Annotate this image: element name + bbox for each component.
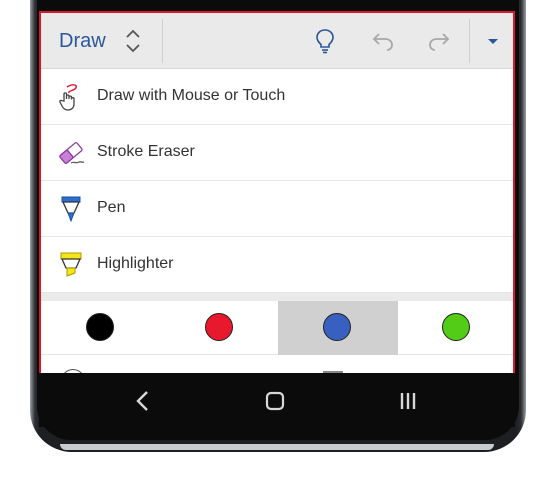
- back-button[interactable]: [128, 386, 158, 416]
- color-swatch: [86, 313, 114, 341]
- color-option-red[interactable]: [160, 301, 280, 355]
- draw-touch-icon: [59, 84, 77, 111]
- lightbulb-icon: [316, 29, 334, 54]
- tell-me-button[interactable]: [309, 25, 341, 57]
- undo-button[interactable]: [367, 25, 399, 57]
- menu-item-label: Pen: [97, 199, 126, 216]
- chevron-down-icon: [488, 39, 498, 44]
- color-option-blue[interactable]: [278, 301, 398, 355]
- menu-item-highlighter[interactable]: Highlighter: [41, 237, 513, 293]
- recents-button[interactable]: [393, 386, 423, 416]
- ribbon-divider: [162, 19, 163, 63]
- back-icon: [136, 391, 148, 411]
- section-divider: [41, 293, 513, 301]
- menu-item-stroke-eraser[interactable]: Stroke Eraser: [41, 125, 513, 181]
- undo-icon: [372, 33, 393, 51]
- menu-item-label: Highlighter: [97, 255, 174, 272]
- color-swatch: [205, 313, 233, 341]
- color-option-black[interactable]: [41, 301, 161, 355]
- color-swatch: [323, 313, 351, 341]
- draw-tab-label[interactable]: Draw: [59, 30, 106, 53]
- home-button[interactable]: [260, 386, 290, 416]
- updown-icon[interactable]: [125, 27, 141, 55]
- menu-item-draw-touch[interactable]: Draw with Mouse or Touch: [41, 69, 513, 125]
- recents-icon: [400, 393, 416, 409]
- color-palette: [41, 301, 513, 355]
- phone-bottom-edge: [60, 444, 494, 450]
- redo-icon: [429, 33, 450, 51]
- menu-item-pen[interactable]: Pen: [41, 181, 513, 237]
- redo-button[interactable]: [423, 25, 455, 57]
- ribbon-divider: [469, 19, 470, 63]
- color-option-green[interactable]: [397, 301, 513, 355]
- eraser-icon: [59, 142, 85, 164]
- pen-icon: [61, 196, 81, 223]
- color-swatch: [442, 313, 470, 341]
- home-icon: [265, 391, 285, 411]
- highlighter-icon: [60, 252, 82, 277]
- android-nav-bar: [39, 373, 515, 427]
- ribbon-collapse-button[interactable]: [477, 25, 509, 57]
- menu-item-label: Stroke Eraser: [97, 143, 195, 160]
- ribbon-header: Draw: [41, 13, 513, 69]
- menu-item-label: Draw with Mouse or Touch: [97, 87, 286, 104]
- app-screen: Draw Draw with Mouse or Touch Stroke Era…: [39, 11, 515, 373]
